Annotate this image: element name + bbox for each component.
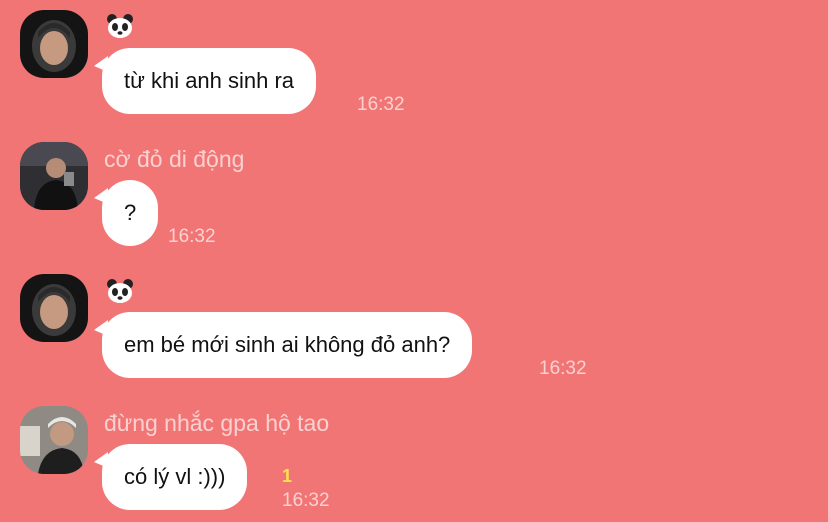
bubble-tail bbox=[94, 56, 108, 72]
message-bubble[interactable]: từ khi anh sinh ra bbox=[94, 48, 317, 114]
read-count-badge: 1 bbox=[282, 466, 293, 486]
avatar[interactable] bbox=[20, 142, 88, 210]
message-bubble[interactable]: có lý vl :))) bbox=[94, 444, 248, 510]
message-text: ? bbox=[124, 200, 137, 225]
panda-icon bbox=[107, 279, 133, 303]
message-bubble[interactable]: ? bbox=[94, 180, 159, 246]
avatar[interactable] bbox=[20, 406, 88, 474]
panda-icon bbox=[107, 14, 133, 38]
message-time: 16:32 bbox=[539, 358, 587, 379]
sender-name: đừng nhắc gpa hộ tao bbox=[104, 410, 330, 436]
message-text: em bé mới sinh ai không đỏ anh? bbox=[124, 332, 451, 357]
message-text: có lý vl :))) bbox=[124, 464, 226, 489]
message-text: từ khi anh sinh ra bbox=[124, 68, 295, 93]
bubble-tail bbox=[94, 188, 108, 204]
message-time: 16:32 bbox=[282, 490, 330, 511]
avatar[interactable] bbox=[20, 274, 88, 342]
message-time: 16:32 bbox=[357, 94, 405, 115]
message-time: 16:32 bbox=[168, 226, 216, 247]
message-bubble[interactable]: em bé mới sinh ai không đỏ anh? bbox=[94, 312, 473, 378]
bubble-tail bbox=[94, 452, 108, 468]
avatar[interactable] bbox=[20, 10, 88, 78]
bubble-tail bbox=[94, 320, 108, 336]
sender-name: cờ đỏ di động bbox=[104, 146, 245, 172]
